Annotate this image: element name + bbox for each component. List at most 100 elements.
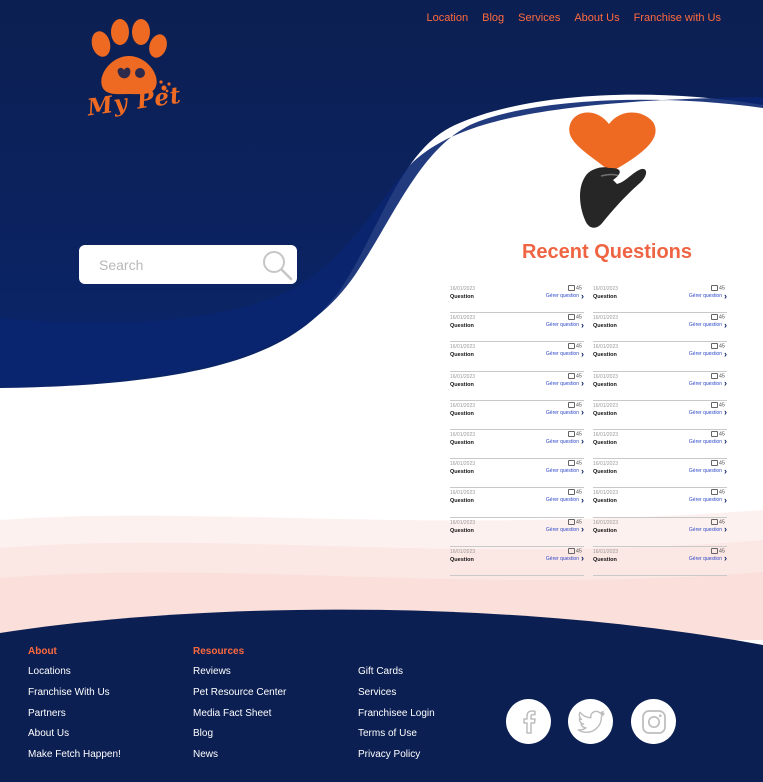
footer-link-franchisee-login[interactable]: Franchisee Login [358, 708, 435, 729]
manage-question-link[interactable]: Gérer question › [545, 290, 584, 301]
manage-question-link[interactable]: Gérer question › [546, 319, 584, 330]
comment-icon [567, 489, 575, 496]
manage-question-link[interactable]: Gérer question › [546, 437, 584, 446]
question-comment-count: 45 [567, 518, 582, 525]
footer-link-partners[interactable]: Partners [28, 708, 121, 729]
question-comment-count: 45 [567, 547, 582, 554]
nav-about-us[interactable]: About Us [574, 12, 619, 24]
question-comment-count: 45 [567, 285, 582, 291]
question-item: 16/01/2023 45 Question Gérer question › [593, 430, 727, 460]
nav-franchise[interactable]: Franchise with Us [634, 12, 721, 24]
manage-question-link[interactable]: Gérer question › [546, 408, 584, 417]
manage-question-label: Gérer question [545, 351, 579, 358]
footer-link-privacy-policy[interactable]: Privacy Policy [358, 749, 435, 770]
question-label: Question [593, 469, 617, 476]
manage-question-link[interactable]: Gérer question › [689, 494, 727, 505]
question-label: Question [450, 381, 474, 388]
question-comment-count: 45 [710, 401, 725, 408]
comment-icon [710, 401, 718, 408]
question-date: 16/01/2023 [450, 286, 476, 292]
footer-link-locations[interactable]: Locations [28, 666, 121, 687]
footer-link-terms-of-use[interactable]: Terms of Use [358, 728, 435, 749]
nav-location[interactable]: Location [427, 12, 469, 24]
comment-icon [567, 372, 575, 379]
nav-services[interactable]: Services [518, 12, 560, 24]
question-item: 16/01/2023 45 Question Gérer question › [593, 459, 727, 489]
manage-question-label: Gérer question [688, 351, 722, 358]
comment-icon [567, 430, 575, 437]
instagram-button[interactable] [631, 699, 676, 744]
question-label: Question [593, 323, 617, 330]
manage-question-link[interactable]: Gérer question › [546, 525, 584, 534]
manage-question-link[interactable]: Gérer question › [688, 348, 727, 359]
footer-link-services[interactable]: Services [358, 687, 435, 708]
manage-question-link[interactable]: Gérer question › [545, 349, 584, 358]
question-label: Question [593, 498, 617, 505]
footer-link-news[interactable]: News [193, 749, 286, 770]
search-box [79, 245, 297, 284]
question-item: 16/01/2023 45 Question Gérer question › [593, 401, 727, 430]
comment-icon [710, 343, 718, 350]
question-label: Question [450, 527, 474, 534]
manage-question-label: Gérer question [545, 380, 579, 387]
facebook-button[interactable] [506, 699, 551, 744]
comment-icon [710, 518, 718, 525]
twitter-button[interactable] [568, 699, 613, 744]
manage-question-link[interactable]: Gérer question › [546, 495, 584, 504]
question-item: 16/01/2023 45 Question Gérer question › [450, 313, 584, 343]
manage-question-link[interactable]: Gérer question › [689, 291, 727, 300]
question-label: Question [450, 352, 474, 359]
question-item: 16/01/2023 45 Question Gérer question › [450, 284, 584, 314]
manage-question-link[interactable]: Gérer question › [545, 379, 584, 388]
manage-question-link[interactable]: Gérer question › [689, 524, 727, 534]
question-comment-count: 45 [567, 372, 582, 379]
manage-question-link[interactable]: Gérer question › [545, 466, 584, 475]
chevron-right-icon: › [724, 524, 727, 534]
question-date: 16/01/2023 [593, 286, 619, 292]
footer-link-make-fetch-happen[interactable]: Make Fetch Happen! [28, 749, 121, 770]
search-input[interactable] [97, 255, 251, 274]
manage-question-link[interactable]: Gérer question › [689, 437, 727, 446]
footer-link-reviews[interactable]: Reviews [193, 666, 286, 687]
chevron-right-icon: › [724, 465, 727, 476]
chevron-right-icon: › [724, 348, 727, 359]
manage-question-label: Gérer question [545, 468, 579, 475]
question-comment-count: 45 [710, 430, 725, 437]
question-label: Question [593, 352, 617, 359]
question-comment-count: 45 [710, 285, 725, 291]
question-date: 16/01/2023 [593, 490, 619, 497]
chevron-right-icon: › [581, 319, 584, 330]
question-label: Question [593, 527, 617, 534]
nav-blog[interactable]: Blog [482, 12, 504, 24]
question-date: 16/01/2023 [593, 402, 619, 409]
manage-question-link[interactable]: Gérer question › [689, 379, 727, 388]
comment-icon [567, 401, 575, 408]
search-icon[interactable] [261, 249, 293, 281]
manage-question-link[interactable]: Gérer question › [688, 465, 727, 476]
manage-question-label: Gérer question [545, 555, 579, 562]
footer-resources: Resources Reviews Pet Resource Center Me… [193, 646, 286, 770]
comment-icon [710, 430, 718, 437]
question-date: 16/01/2023 [593, 344, 619, 351]
chevron-right-icon: › [581, 290, 584, 301]
question-item: 16/01/2023 45 Question Gérer question › [450, 459, 584, 489]
manage-question-link[interactable]: Gérer question › [689, 554, 727, 563]
facebook-icon [522, 709, 536, 734]
chevron-right-icon: › [724, 494, 727, 505]
footer-link-gift-cards[interactable]: Gift Cards [358, 666, 435, 687]
footer-link-pet-resource-center[interactable]: Pet Resource Center [193, 687, 286, 708]
comment-icon [710, 489, 718, 496]
footer-link-franchise[interactable]: Franchise With Us [28, 687, 121, 708]
comment-icon [567, 547, 575, 554]
manage-question-label: Gérer question [545, 293, 579, 299]
manage-question-label: Gérer question [688, 322, 722, 329]
footer-link-about-us[interactable]: About Us [28, 728, 121, 749]
footer-link-blog[interactable]: Blog [193, 728, 286, 749]
manage-question-link[interactable]: Gérer question › [545, 554, 584, 563]
footer-link-media-fact-sheet[interactable]: Media Fact Sheet [193, 708, 286, 729]
manage-question-label: Gérer question [688, 468, 722, 475]
manage-question-link[interactable]: Gérer question › [688, 320, 727, 329]
manage-question-link[interactable]: Gérer question › [689, 408, 727, 417]
question-comment-count: 45 [567, 489, 582, 496]
question-label: Question [450, 410, 474, 417]
